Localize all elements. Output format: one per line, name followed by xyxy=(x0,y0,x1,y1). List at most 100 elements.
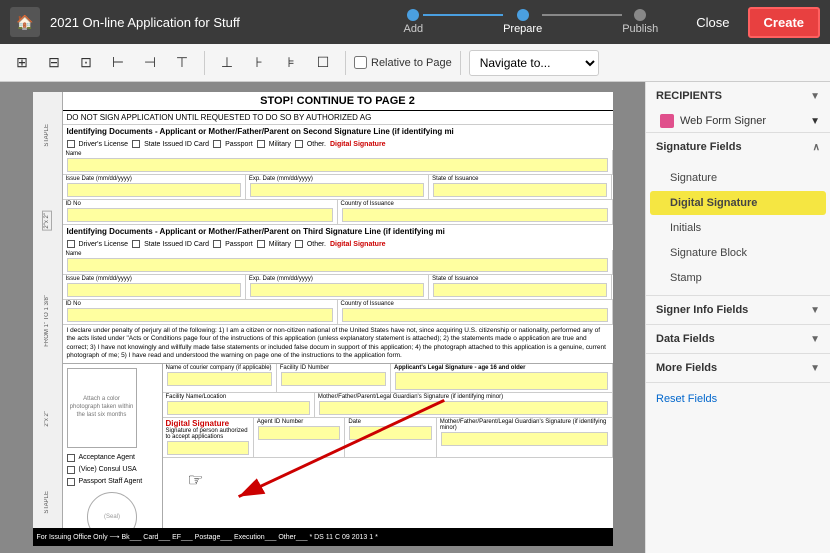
exp-date-field-1[interactable] xyxy=(250,183,424,197)
toolbar-btn-8[interactable]: ⊦ xyxy=(245,49,273,77)
exp-date-field-2[interactable] xyxy=(250,283,424,297)
legal-sig-field[interactable] xyxy=(395,372,608,390)
passport-staff-row: Passport Staff Agent xyxy=(63,476,162,488)
name-field-2[interactable] xyxy=(67,258,608,272)
recipients-header[interactable]: RECIPIENTS ▼ xyxy=(646,82,830,110)
recipient-item[interactable]: Web Form Signer ▼ xyxy=(646,110,830,132)
sidebar: RECIPIENTS ▼ Web Form Signer ▼ Signature… xyxy=(645,82,830,553)
mother-sig2-field[interactable] xyxy=(441,432,608,446)
checkbox-passport-2[interactable] xyxy=(213,240,221,248)
staple-dim3: 2"x 2" xyxy=(44,411,50,427)
digital-sig-field[interactable] xyxy=(167,441,249,455)
agent-id-field[interactable] xyxy=(258,426,340,440)
checkbox-state-id-2[interactable] xyxy=(132,240,140,248)
exp-date-cell-2: Exp. Date (mm/dd/yyyy) xyxy=(246,275,429,299)
facility-id-field[interactable] xyxy=(281,372,386,386)
toolbar-btn-9[interactable]: ⊧ xyxy=(277,49,305,77)
close-button[interactable]: Close xyxy=(688,10,737,35)
date-field[interactable] xyxy=(349,426,431,440)
name-row-2: Name xyxy=(63,250,613,275)
doc-warning-text: DO NOT SIGN APPLICATION UNTIL REQUESTED … xyxy=(63,111,613,125)
dates-row-2: Issue Date (mm/dd/yyyy) Exp. Date (mm/dd… xyxy=(63,275,613,300)
id-field-1[interactable] xyxy=(67,208,333,222)
toolbar-separator-1 xyxy=(204,51,205,75)
facility-name-field[interactable] xyxy=(167,401,310,415)
more-fields-title: More Fields xyxy=(656,362,717,374)
acceptance-agent-row: Acceptance Agent xyxy=(63,452,162,464)
checkbox-other-1[interactable] xyxy=(295,140,303,148)
state-field-1[interactable] xyxy=(433,183,607,197)
create-button[interactable]: Create xyxy=(748,7,820,38)
toolbar-btn-3[interactable]: ⊡ xyxy=(72,49,100,77)
courier-field[interactable] xyxy=(167,372,272,386)
signer-info-chevron: ▼ xyxy=(810,305,820,316)
sig-field-digital-signature[interactable]: Digital Signature xyxy=(650,191,826,215)
signer-info-header[interactable]: Signer Info Fields ▼ xyxy=(646,296,830,324)
checkbox-state-id-1[interactable] xyxy=(132,140,140,148)
checkbox-row-2: Driver's License State Issued ID Card Pa… xyxy=(63,238,613,250)
mother-sig-field[interactable] xyxy=(319,401,608,415)
country-field-1[interactable] xyxy=(342,208,608,222)
sig-field-initials[interactable]: Initials xyxy=(650,216,826,240)
checkbox-passport-1[interactable] xyxy=(213,140,221,148)
name-cell-2: Name xyxy=(63,250,613,274)
checkbox-military-2[interactable] xyxy=(257,240,265,248)
toolbar-btn-4[interactable]: ⊢ xyxy=(104,49,132,77)
doc-stop-header: STOP! CONTINUE TO PAGE 2 xyxy=(63,92,613,111)
state-field-2[interactable] xyxy=(433,283,607,297)
photo-box: Attach a color photograph taken within t… xyxy=(67,368,137,448)
sig-field-signature[interactable]: Signature xyxy=(650,166,826,190)
country-field-2[interactable] xyxy=(342,308,608,322)
exp-date-cell-1: Exp. Date (mm/dd/yyyy) xyxy=(246,175,429,199)
relative-to-page-checkbox[interactable] xyxy=(354,56,367,69)
sig-fields-list: Signature Digital Signature Initials Sig… xyxy=(646,161,830,295)
more-fields-header[interactable]: More Fields ▼ xyxy=(646,354,830,382)
vice-consul-checkbox[interactable] xyxy=(67,466,75,474)
data-fields-header[interactable]: Data Fields ▼ xyxy=(646,325,830,353)
right-form-area: Name of courier company (if applicable) … xyxy=(163,364,613,546)
step-line-1 xyxy=(423,14,503,16)
id-field-2[interactable] xyxy=(67,308,333,322)
checkbox-drivers-license-2[interactable] xyxy=(67,240,75,248)
checkbox-other-2[interactable] xyxy=(295,240,303,248)
step-prepare[interactable]: Prepare xyxy=(503,9,542,35)
sig-field-signature-block[interactable]: Signature Block xyxy=(650,241,826,265)
navigate-to-select[interactable]: Navigate to... xyxy=(469,50,599,76)
issue-date-field-1[interactable] xyxy=(67,183,241,197)
data-fields-chevron: ▼ xyxy=(810,334,820,345)
sig-field-stamp[interactable]: Stamp xyxy=(650,266,826,290)
toolbar-btn-10[interactable]: ☐ xyxy=(309,49,337,77)
toolbar-btn-5[interactable]: ⊣ xyxy=(136,49,164,77)
issue-date-field-2[interactable] xyxy=(67,283,241,297)
staple-bottom: STAPLE xyxy=(44,491,50,514)
toolbar: ⊞ ⊟ ⊡ ⊢ ⊣ ⊤ ⊥ ⊦ ⊧ ☐ Relative to Page Nav… xyxy=(0,44,830,82)
checkbox-drivers-license-1[interactable] xyxy=(67,140,75,148)
home-button[interactable]: 🏠 xyxy=(10,7,40,37)
toolbar-separator-2 xyxy=(345,51,346,75)
id-cell-2: ID No xyxy=(63,300,338,324)
toolbar-btn-7[interactable]: ⊥ xyxy=(213,49,241,77)
name-field-1[interactable] xyxy=(67,158,608,172)
acceptance-agent-checkbox[interactable] xyxy=(67,454,75,462)
app-title: 2021 On-line Application for Stuff xyxy=(50,15,373,30)
data-fields-title: Data Fields xyxy=(656,333,715,345)
reset-fields-link[interactable]: Reset Fields xyxy=(656,393,717,405)
sig-fields-chevron: ∧ xyxy=(813,142,820,153)
checkbox-military-1[interactable] xyxy=(257,140,265,148)
step-add[interactable]: Add xyxy=(403,9,423,35)
toolbar-btn-6[interactable]: ⊤ xyxy=(168,49,196,77)
signer-info-title: Signer Info Fields xyxy=(656,304,748,316)
passport-staff-checkbox[interactable] xyxy=(67,478,75,486)
bottom-form-area: Attach a color photograph taken within t… xyxy=(63,363,613,546)
state-cell-2: State of Issuance xyxy=(429,275,612,299)
toolbar-btn-2[interactable]: ⊟ xyxy=(40,49,68,77)
recipients-chevron: ▼ xyxy=(810,91,820,102)
toolbar-btn-1[interactable]: ⊞ xyxy=(8,49,36,77)
agent-row: Digital Signature Signature of person au… xyxy=(163,418,613,458)
data-fields-section: Data Fields ▼ xyxy=(646,325,830,354)
facility-name-cell: Facility Name/Location xyxy=(163,393,315,417)
document-inner: STAPLE 2"x 2" FROM 1" TO 1 3/8" 2"x 2" S… xyxy=(0,82,645,553)
toolbar-separator-3 xyxy=(460,51,461,75)
step-publish[interactable]: Publish xyxy=(622,9,658,35)
sig-fields-header[interactable]: Signature Fields ∧ xyxy=(646,133,830,161)
